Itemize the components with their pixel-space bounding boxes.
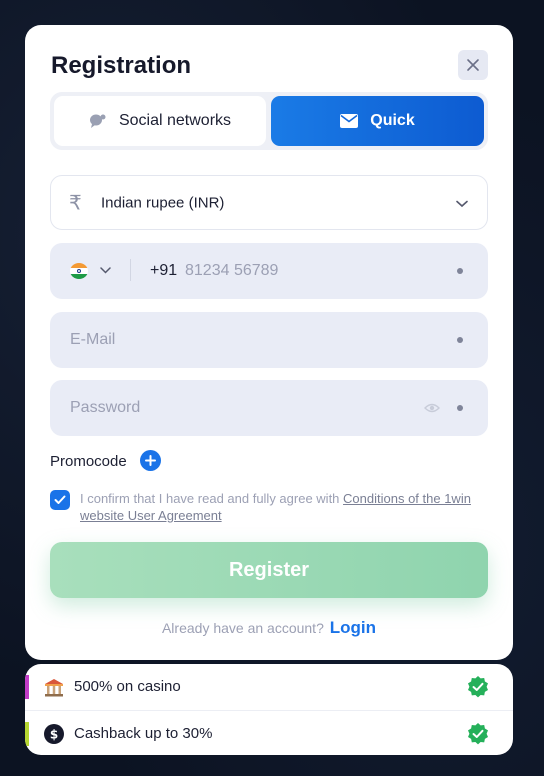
email-placeholder: E-Mail [70,331,116,348]
chat-bubbles-icon [89,114,106,128]
tab-quick-label: Quick [370,112,415,129]
plus-icon [145,455,156,466]
agreement-text: I confirm that I have read and fully agr… [80,490,480,524]
bonus-list: 500% on casino $ Cashback up to 30% [25,664,513,755]
bonus-label: Cashback up to 30% [74,725,213,742]
required-dot [457,337,463,343]
verified-badge-icon [468,676,488,698]
email-field[interactable]: E-Mail [50,312,488,368]
login-prompt: Already have an account? Login [25,618,513,638]
password-field[interactable]: Password [50,380,488,436]
password-placeholder: Password [70,399,141,416]
india-flag-icon [70,263,88,279]
promocode-label: Promocode [50,453,127,470]
svg-text:$: $ [50,728,58,742]
phone-divider [130,259,131,281]
close-button[interactable] [458,50,488,80]
close-icon [467,59,479,71]
register-button[interactable]: Register [50,542,488,598]
phone-country-code: +91 [150,262,178,279]
bonus-accent-bar [25,675,29,699]
required-dot [457,268,463,274]
rupee-icon: ₹ [69,192,82,214]
add-promocode-button[interactable] [140,450,161,471]
cashback-icon: $ [44,724,64,744]
tab-quick[interactable]: Quick [271,96,484,146]
casino-icon [45,679,63,697]
bonus-label: 500% on casino [74,678,181,695]
currency-value: Indian rupee (INR) [101,194,225,211]
phone-field[interactable]: +91 81234 56789 [50,243,488,299]
tab-social-networks[interactable]: Social networks [54,96,266,146]
bonus-item-casino: 500% on casino [25,664,513,709]
agreement-checkbox[interactable] [50,490,70,510]
phone-placeholder: 81234 56789 [185,262,279,279]
eye-icon[interactable] [424,402,440,414]
country-chevron-down-icon[interactable] [100,267,111,274]
login-prompt-text: Already have an account? [161,620,324,636]
page-title: Registration [51,52,192,79]
checkmark-icon [54,495,66,504]
currency-select[interactable]: ₹ Indian rupee (INR) [50,175,488,230]
registration-tabs: Social networks Quick [50,92,488,150]
agreement-statement: I confirm that I have read and fully agr… [80,491,344,506]
envelope-icon [340,114,359,128]
verified-badge-icon [468,723,488,745]
bonus-accent-bar [25,722,29,746]
chevron-down-icon [456,200,468,208]
login-link[interactable]: Login [330,618,376,637]
tab-social-label: Social networks [118,112,232,129]
required-dot [457,405,463,411]
bonus-item-cashback: $ Cashback up to 30% [25,710,513,755]
registration-modal: Registration Social networks Quick ₹ Ind… [25,25,513,660]
